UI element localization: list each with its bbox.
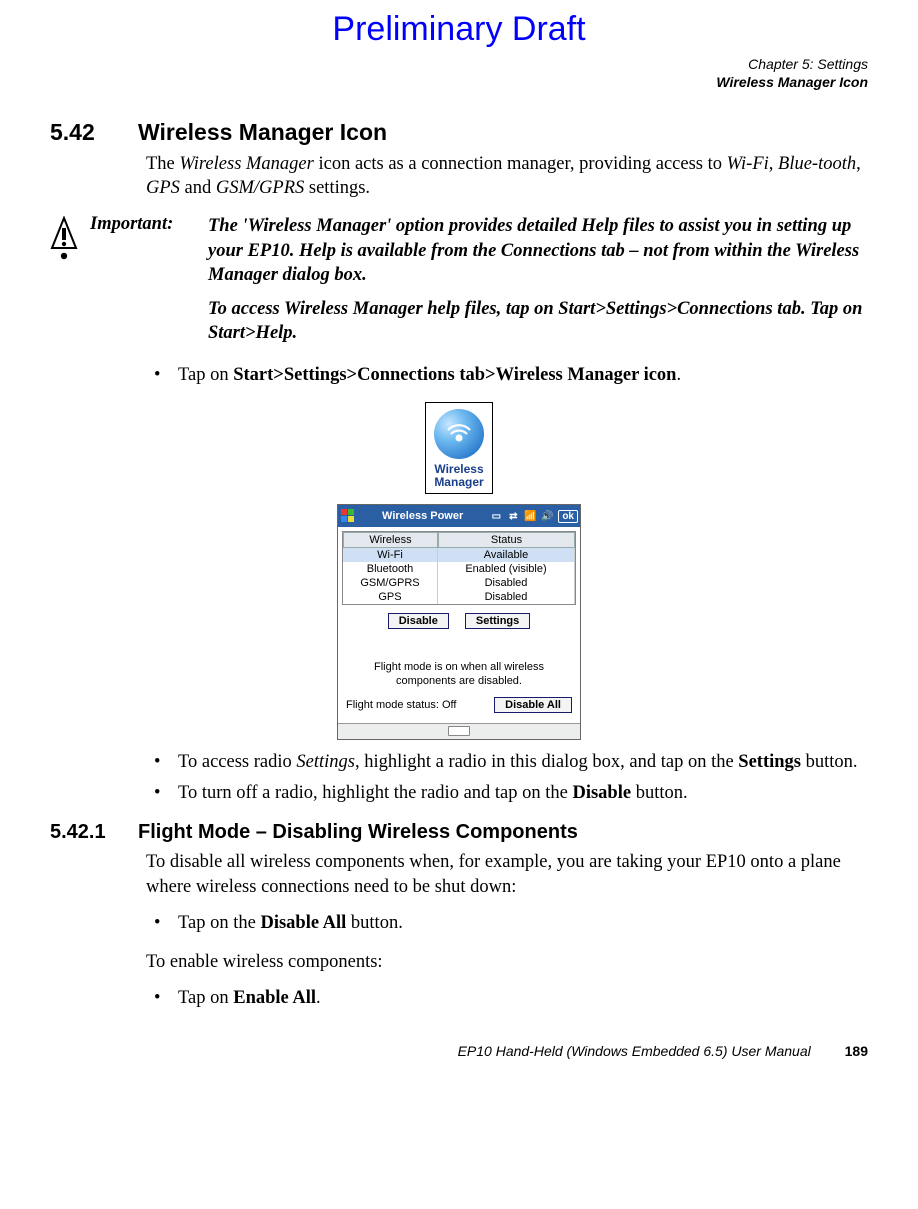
text: To access radio: [178, 752, 296, 772]
wireless-icon: [434, 409, 484, 459]
cell-wireless: GPS: [343, 590, 438, 604]
list-item: Tap on Start>Settings>Connections tab>Wi…: [146, 363, 868, 388]
subsection-number: 5.42.1: [50, 821, 138, 844]
section-number: 5.42: [50, 119, 138, 146]
chapter-line-1: Chapter 5: Settings: [50, 55, 868, 73]
device-screenshot: Wireless Power ▭ ⇄ 📶 🔊 ok Wireless Statu…: [337, 504, 581, 740]
text: Tap on: [178, 988, 233, 1008]
list-item: Tap on Enable All.: [146, 986, 868, 1011]
text: button.: [801, 752, 858, 772]
wireless-grid: Wireless Status Wi-Fi Available Bluetoot…: [342, 531, 576, 605]
settings-button[interactable]: Settings: [465, 613, 530, 629]
disable-button[interactable]: Disable: [388, 613, 449, 629]
text: Tap on: [178, 365, 233, 385]
flight-mode-status-label: Flight mode status: Off: [346, 699, 456, 711]
col-status-header: Status: [438, 532, 575, 548]
text-bold: Start>Settings>Connections tab>Wireless …: [233, 365, 676, 385]
wireless-manager-icon-box: Wireless Manager: [425, 402, 493, 494]
text-bold: Enable All: [233, 988, 316, 1008]
text-bold: Disable: [572, 783, 631, 803]
subsection-title: Flight Mode – Disabling Wireless Compone…: [138, 821, 578, 843]
cell-wireless: GSM/GPRS: [343, 576, 438, 590]
warning-icon: [50, 214, 80, 344]
bullet-list-3: Tap on the Disable All button.: [146, 911, 868, 936]
text: Manager: [434, 476, 484, 489]
text-italic: GPS: [146, 178, 180, 198]
text: and: [180, 178, 216, 198]
text-bold: Disable All: [260, 913, 346, 933]
chapter-header: Chapter 5: Settings Wireless Manager Ico…: [50, 55, 868, 91]
volume-icon: 🔊: [540, 509, 554, 523]
cell-status: Enabled (visible): [438, 562, 575, 576]
table-row[interactable]: Bluetooth Enabled (visible): [343, 562, 575, 576]
device-titlebar: Wireless Power ▭ ⇄ 📶 🔊 ok: [338, 505, 580, 527]
section-title: Wireless Manager Icon: [138, 119, 387, 145]
windows-flag-icon: [340, 508, 356, 524]
table-row[interactable]: GSM/GPRS Disabled: [343, 576, 575, 590]
cell-status: Disabled: [438, 576, 575, 590]
text: , highlight a radio in this dialog box, …: [355, 752, 738, 772]
footer-manual-title: EP10 Hand-Held (Windows Embedded 6.5) Us…: [458, 1043, 811, 1059]
list-item: Tap on the Disable All button.: [146, 911, 868, 936]
grid-header-row: Wireless Status: [343, 532, 575, 548]
sip-bar[interactable]: [338, 723, 580, 739]
figures-area: Wireless Manager Wireless Power ▭ ⇄ 📶 🔊 …: [50, 402, 868, 740]
list-item: To access radio Settings, highlight a ra…: [146, 750, 868, 775]
flight-mode-intro: To disable all wireless components when,…: [146, 850, 868, 898]
footer-page-number: 189: [845, 1043, 868, 1059]
network-icon: ⇄: [506, 509, 520, 523]
table-row[interactable]: GPS Disabled: [343, 590, 575, 604]
text: .: [676, 365, 681, 385]
enable-intro: To enable wireless components:: [146, 950, 868, 974]
important-p1: The 'Wireless Manager' option provides d…: [208, 214, 868, 286]
cell-wireless: Wi-Fi: [343, 548, 438, 562]
text: To turn off a radio, highlight the radio…: [178, 783, 572, 803]
ok-button[interactable]: ok: [558, 510, 578, 523]
chapter-line-2: Wireless Manager Icon: [50, 73, 868, 91]
text: Tap on the: [178, 913, 260, 933]
preliminary-draft-header: Preliminary Draft: [50, 10, 868, 49]
section-5-42-1-heading: 5.42.1Flight Mode – Disabling Wireless C…: [50, 821, 868, 844]
flight-mode-note: Flight mode is on when all wireless comp…: [342, 635, 576, 693]
text-italic: Settings: [296, 752, 355, 772]
cell-status: Available: [438, 548, 575, 562]
text: ,: [769, 154, 778, 174]
text: ,: [856, 154, 861, 174]
signal-icon: 📶: [523, 509, 537, 523]
text-italic: Wireless Manager: [179, 154, 313, 174]
text: icon acts as a connection manager, provi…: [314, 154, 727, 174]
table-row[interactable]: Wi-Fi Available: [343, 548, 575, 562]
cell-status: Disabled: [438, 590, 575, 604]
text-italic: Wi-Fi: [727, 154, 769, 174]
text-bold: Settings: [738, 752, 801, 772]
bullet-list-4: Tap on Enable All.: [146, 986, 868, 1011]
bullet-list-2: To access radio Settings, highlight a ra…: [146, 750, 868, 806]
important-label: Important:: [90, 214, 198, 344]
text: The: [146, 154, 179, 174]
important-note-block: Important: The 'Wireless Manager' option…: [50, 214, 868, 344]
page-root: Preliminary Draft Chapter 5: Settings Wi…: [0, 0, 918, 1089]
bullet-list-1: Tap on Start>Settings>Connections tab>Wi…: [146, 363, 868, 388]
list-item: To turn off a radio, highlight the radio…: [146, 781, 868, 806]
icon-caption: Wireless Manager: [434, 463, 484, 489]
text: button.: [631, 783, 688, 803]
battery-icon: ▭: [489, 509, 503, 523]
col-wireless-header: Wireless: [343, 532, 438, 548]
important-text: The 'Wireless Manager' option provides d…: [208, 214, 868, 344]
text-italic: GSM/GPRS: [216, 178, 304, 198]
text: button.: [346, 913, 403, 933]
intro-paragraph: The Wireless Manager icon acts as a conn…: [146, 152, 868, 200]
titlebar-status-icons: ▭ ⇄ 📶 🔊: [489, 509, 554, 523]
keyboard-icon: [448, 726, 470, 736]
text: Wireless: [434, 463, 484, 476]
text: .: [316, 988, 321, 1008]
important-p2: To access Wireless Manager help files, t…: [208, 297, 868, 345]
titlebar-title: Wireless Power: [360, 510, 485, 522]
page-footer: EP10 Hand-Held (Windows Embedded 6.5) Us…: [50, 1043, 868, 1059]
section-5-42-heading: 5.42Wireless Manager Icon: [50, 119, 868, 146]
disable-all-button[interactable]: Disable All: [494, 697, 572, 713]
text-italic: Blue-tooth: [778, 154, 856, 174]
text: settings.: [304, 178, 370, 198]
cell-wireless: Bluetooth: [343, 562, 438, 576]
